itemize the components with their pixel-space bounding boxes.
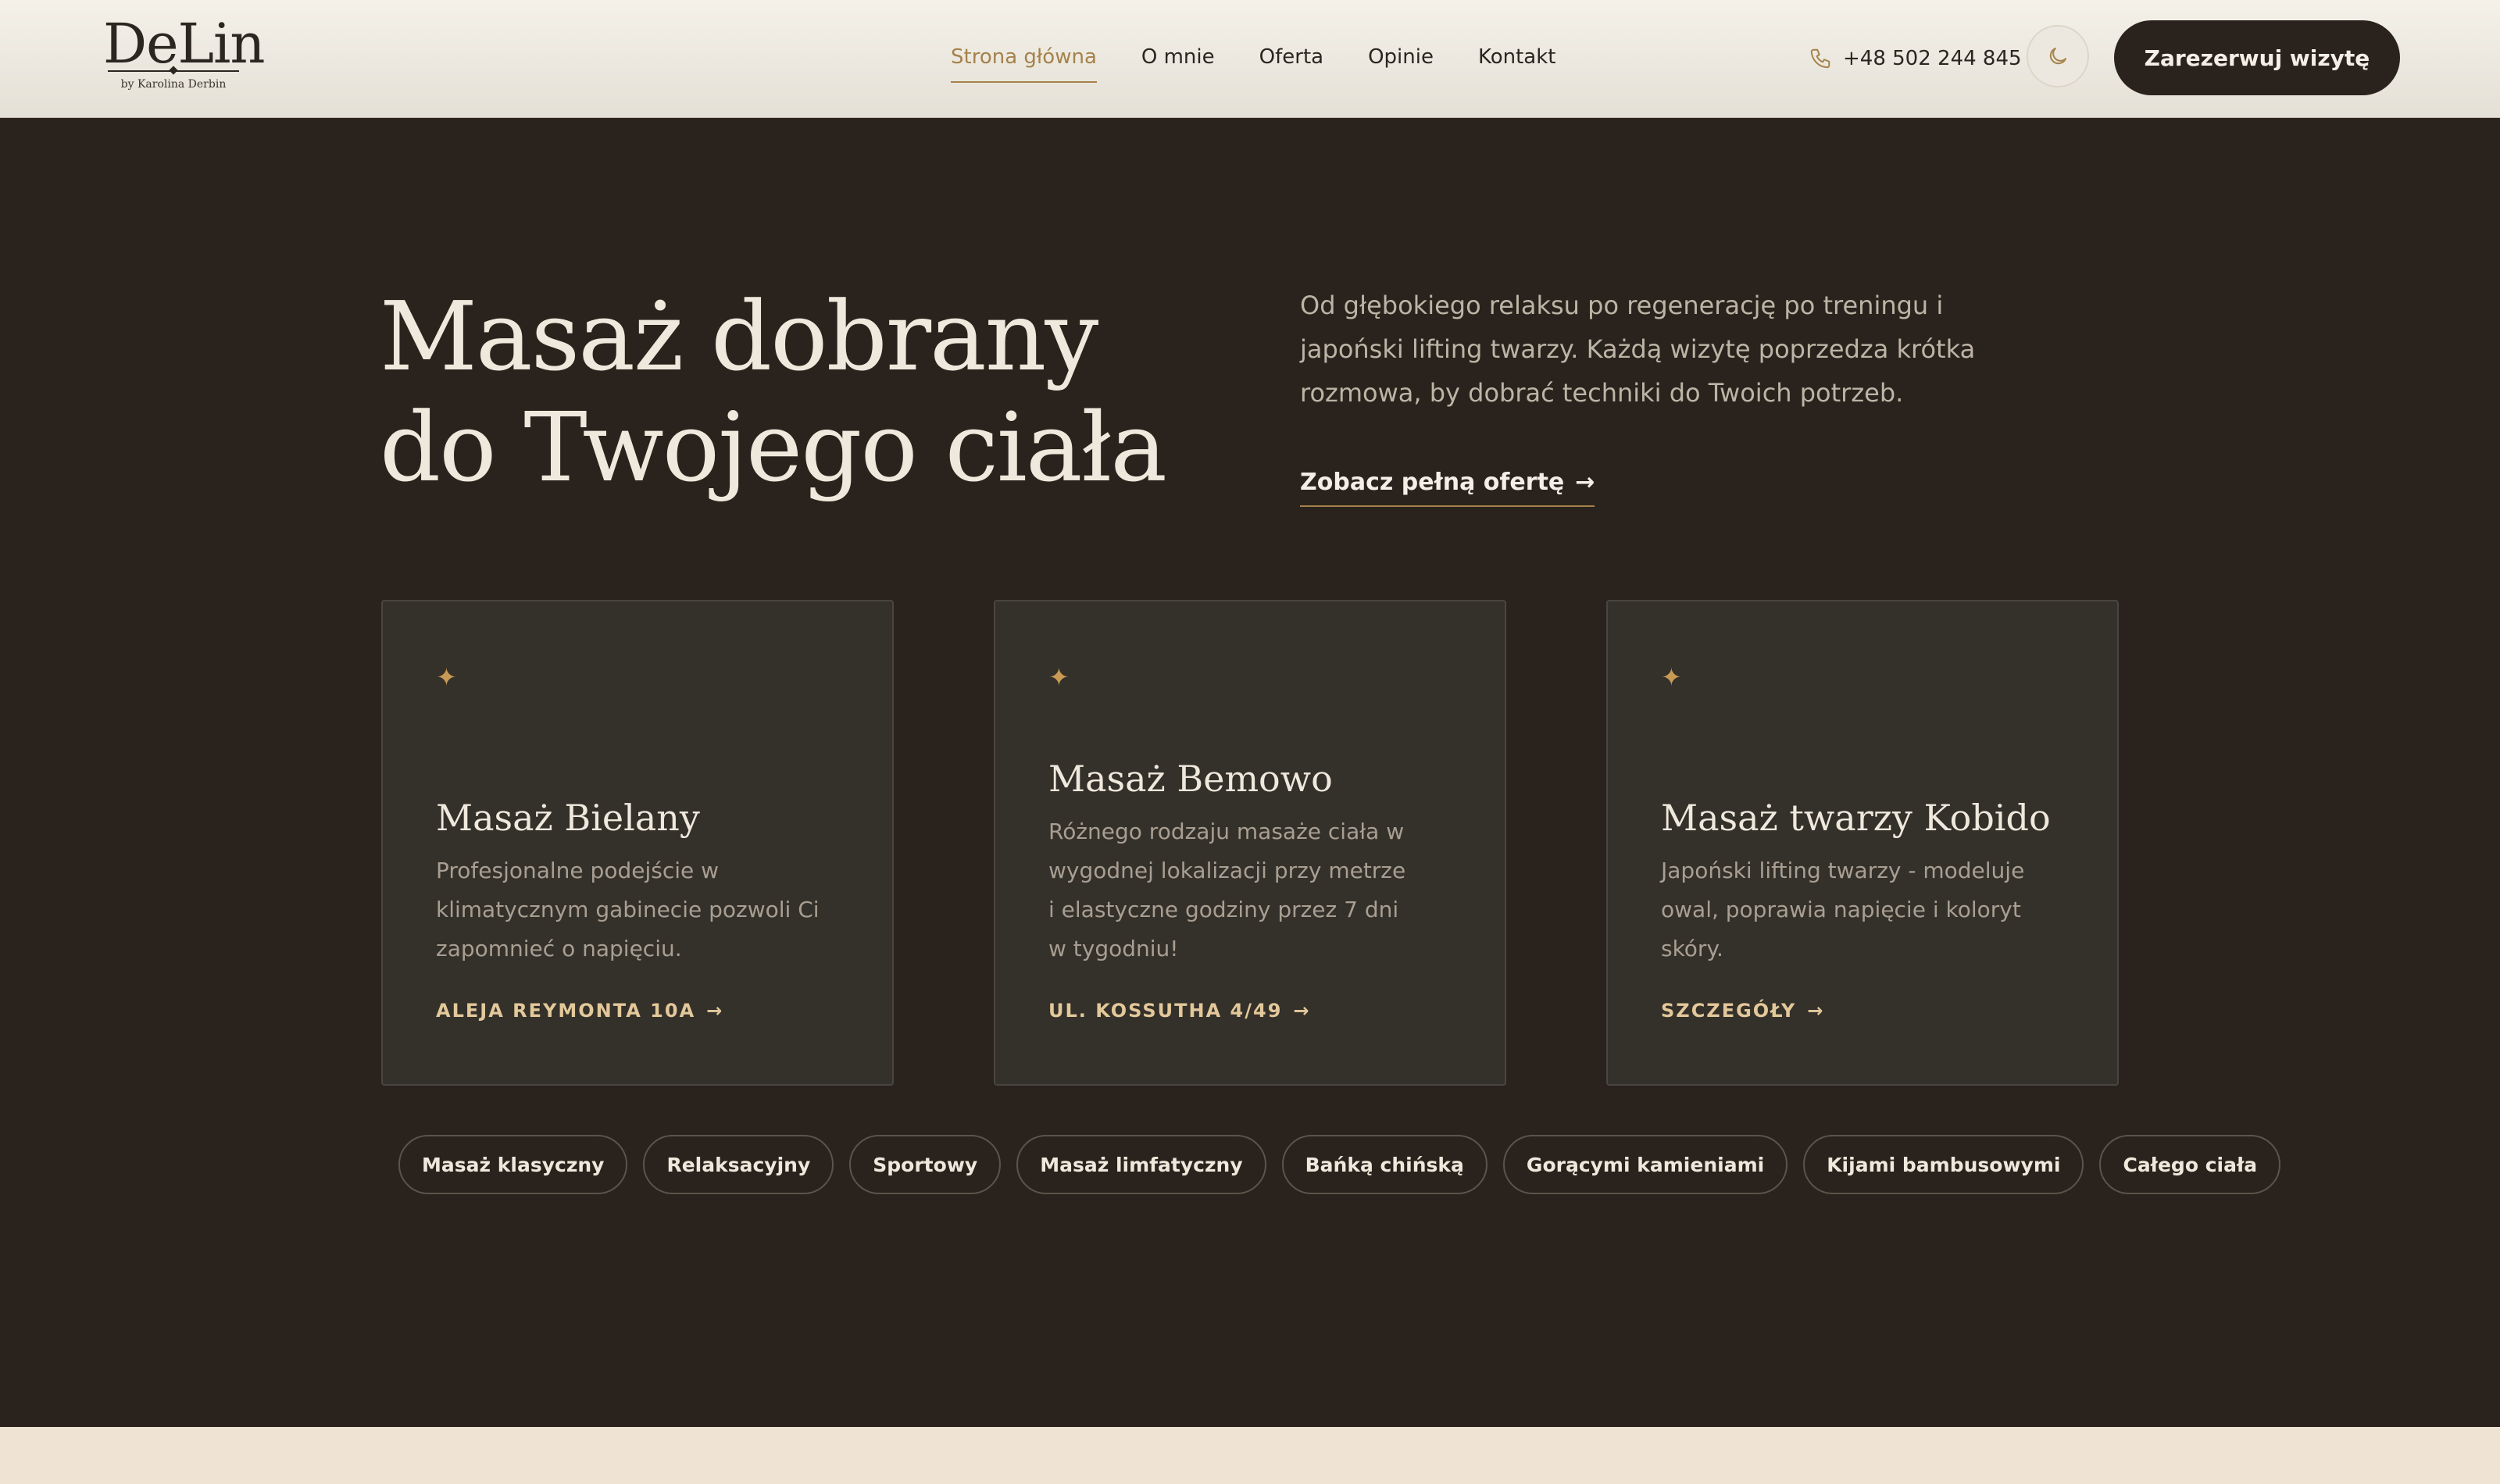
tag-lymphatic[interactable]: Masaż limfatyczny (1016, 1135, 1266, 1194)
hero-description: Od głębokiego relaksu po regenerację po … (1300, 291, 1976, 408)
site-header: DeLin by Karolina Derbin Strona główna O… (0, 0, 2500, 118)
hero-title-line-1: Masaż dobrany (380, 281, 1098, 392)
nav-item-offer[interactable]: Oferta (1259, 0, 1323, 117)
tag-sports[interactable]: Sportowy (849, 1135, 1002, 1194)
nav-item-contact[interactable]: Kontakt (1478, 0, 1556, 117)
book-visit-button[interactable]: Zarezerwuj wizytę (2114, 20, 2400, 95)
card-description: Profesjonalne podejście w klimatycznym g… (436, 858, 820, 961)
nav-item-about[interactable]: O mnie (1141, 0, 1215, 117)
logo[interactable]: DeLin by Karolina Derbin (103, 12, 266, 98)
arrow-right-icon: → (1293, 1000, 1311, 1022)
service-card-bielany[interactable]: ✦ Masaż Bielany Profesjonalne podejście … (381, 600, 894, 1086)
service-card-bemowo[interactable]: ✦ Masaż Bemowo Różnego rodzaju masaże ci… (994, 600, 1506, 1086)
phone-icon (1810, 48, 1830, 69)
phone-link[interactable]: +48 502 244 845 (1809, 0, 2022, 117)
card-address-link[interactable]: ALEJA REYMONTA 10A → (436, 1000, 723, 1022)
arrow-right-icon: → (1575, 468, 1595, 496)
card-description: Różnego rodzaju masaże ciała w wygodnej … (1048, 819, 1406, 961)
tag-relaxing[interactable]: Relaksacyjny (643, 1135, 834, 1194)
nav-item-reviews[interactable]: Opinie (1368, 0, 1434, 117)
tag-hot-stones[interactable]: Gorącymi kamieniami (1502, 1135, 1788, 1194)
arrow-right-icon: → (1807, 1000, 1825, 1022)
sparkle-icon: ✦ (1661, 662, 1682, 692)
card-description: Japoński lifting twarzy - modeluje owal,… (1661, 858, 2025, 961)
service-card-kobido[interactable]: ✦ Masaż twarzy Kobido Japoński lifting t… (1606, 600, 2119, 1086)
hero-title-line-2: do Twojego ciała (380, 392, 1167, 503)
card-link-label: SZCZEGÓŁY (1661, 1000, 1797, 1022)
tag-full-body[interactable]: Całego ciała (2099, 1135, 2281, 1194)
sparkle-icon: ✦ (436, 662, 457, 692)
card-title: Masaż Bielany (436, 797, 700, 839)
tag-bamboo-sticks[interactable]: Kijami bambusowymi (1803, 1135, 2084, 1194)
moon-icon (2049, 48, 2066, 65)
arrow-right-icon: → (706, 1000, 724, 1022)
tag-classic-massage[interactable]: Masaż klasyczny (398, 1135, 628, 1194)
sparkle-icon: ✦ (1048, 662, 1070, 692)
service-tags: Masaż klasyczny Relaksacyjny Sportowy Ma… (398, 1135, 2281, 1194)
next-section-strip (0, 1427, 2500, 1484)
phone-number: +48 502 244 845 (1843, 47, 2022, 70)
full-offer-link[interactable]: Zobacz pełną ofertę → (1300, 458, 1595, 507)
card-address-link[interactable]: UL. KOSSUTHA 4/49 → (1048, 1000, 1311, 1022)
tag-chinese-cupping[interactable]: Bańką chińską (1281, 1135, 1488, 1194)
logo-tagline: by Karolina Derbin (120, 78, 227, 91)
main-nav: Strona główna O mnie Oferta Opinie Konta… (951, 0, 1601, 117)
card-link-label: UL. KOSSUTHA 4/49 (1048, 1000, 1283, 1022)
card-link-label: ALEJA REYMONTA 10A (436, 1000, 696, 1022)
card-title: Masaż Bemowo (1048, 758, 1333, 800)
card-title: Masaż twarzy Kobido (1661, 797, 2051, 839)
theme-toggle-button[interactable] (2027, 25, 2089, 87)
full-offer-link-label: Zobacz pełną ofertę (1300, 468, 1565, 496)
card-details-link[interactable]: SZCZEGÓŁY → (1661, 1000, 1824, 1022)
hero-title: Masaż dobrany do Twojego ciała (380, 281, 1239, 503)
nav-item-home[interactable]: Strona główna (951, 0, 1097, 117)
